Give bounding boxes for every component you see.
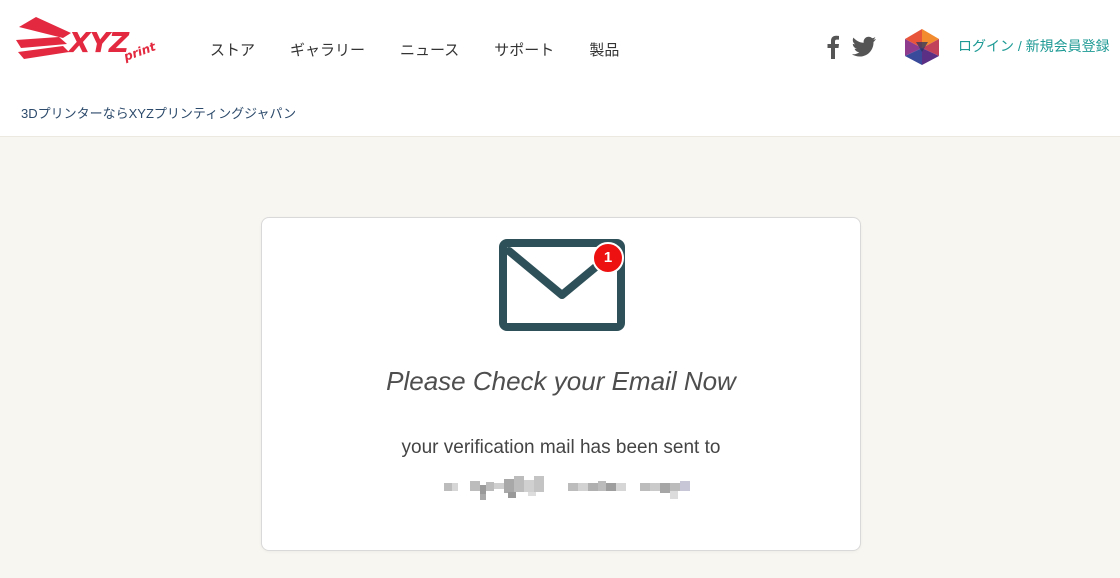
nav-item-news[interactable]: ニュース <box>400 37 459 62</box>
notification-badge: 1 <box>592 242 624 274</box>
nav-item-gallery[interactable]: ギャラリー <box>290 37 365 62</box>
main-nav: ストア ギャラリー ニュース サポート 製品 <box>210 37 654 62</box>
facebook-icon[interactable] <box>826 35 840 59</box>
login-register-link[interactable]: ログイン / 新規会員登録 <box>958 36 1110 56</box>
obscured-email-address <box>444 476 696 500</box>
polyhedron-avatar-icon[interactable] <box>903 28 941 66</box>
verification-card: 1 Please Check your Email Now your verif… <box>261 217 861 551</box>
check-email-heading: Please Check your Email Now <box>386 366 736 396</box>
site-tagline: 3DプリンターならXYZプリンティングジャパン <box>21 106 297 121</box>
xyzprinting-logo[interactable]: XYZ print <box>15 12 159 64</box>
verification-message: your verification mail has been sent to <box>401 437 721 458</box>
nav-item-support[interactable]: サポート <box>494 37 554 62</box>
twitter-icon[interactable] <box>851 36 877 58</box>
social-links <box>826 35 877 59</box>
site-header: XYZ print ストア ギャラリー ニュース サポート 製品 ログイン / … <box>0 0 1120 137</box>
svg-text:XYZ: XYZ <box>67 26 130 59</box>
nav-item-store[interactable]: ストア <box>210 37 255 62</box>
nav-item-products[interactable]: 製品 <box>589 37 619 62</box>
